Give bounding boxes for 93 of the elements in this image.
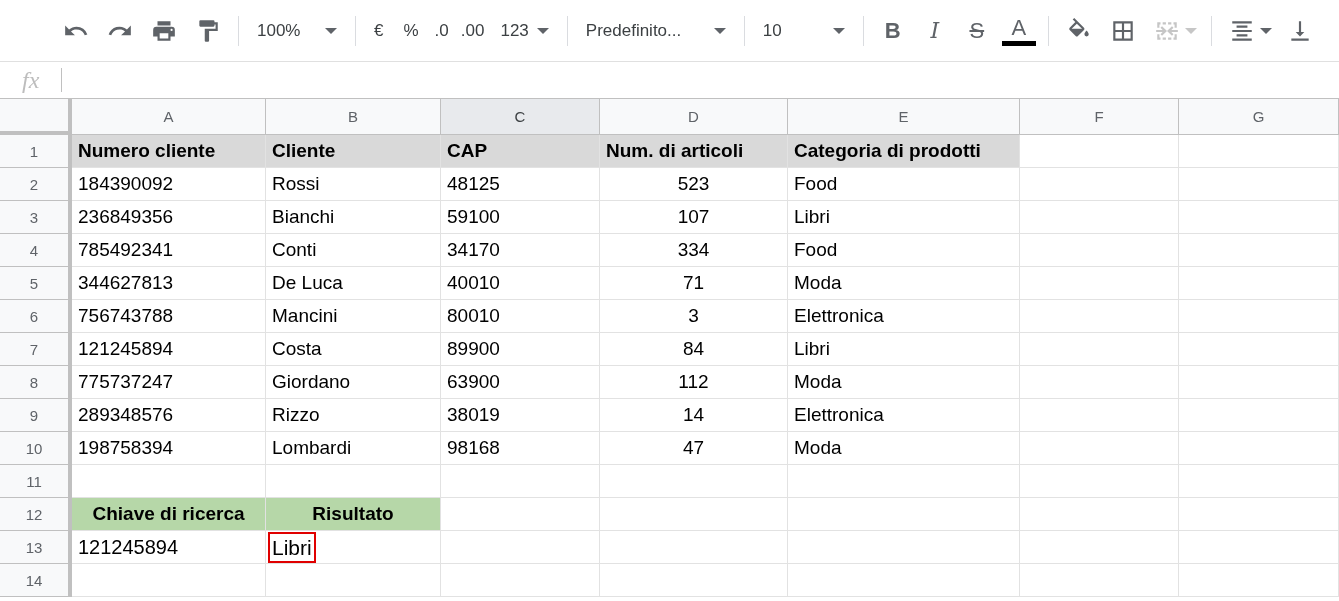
table-cell: Rossi	[266, 168, 441, 201]
table-cell: 107	[600, 201, 788, 234]
caret-icon	[832, 27, 845, 34]
table-cell: 3	[600, 300, 788, 333]
table-cell: 236849356	[72, 201, 266, 234]
table-cell: 47	[600, 432, 788, 465]
row-header[interactable]: 10	[0, 432, 72, 465]
table-cell: Conti	[266, 234, 441, 267]
font-size-dropdown[interactable]: 10	[752, 12, 855, 49]
column-header[interactable]: D	[600, 99, 788, 135]
row-header[interactable]: 13	[0, 531, 72, 564]
row-header[interactable]: 5	[0, 267, 72, 300]
table-cell: De Luca	[266, 267, 441, 300]
percent-button[interactable]: %	[393, 12, 429, 49]
table-cell: Categoria di prodotti	[788, 135, 1020, 168]
caret-icon	[325, 27, 337, 34]
table-cell: Cliente	[266, 135, 441, 168]
table-cell: 71	[600, 267, 788, 300]
row-header[interactable]: 12	[0, 498, 72, 531]
table-cell: 34170	[441, 234, 600, 267]
table-cell: 40010	[441, 267, 600, 300]
row-header[interactable]: 6	[0, 300, 72, 333]
table-cell: 775737247	[72, 366, 266, 399]
italic-button[interactable]: I	[913, 12, 956, 49]
row-header[interactable]: 2	[0, 168, 72, 201]
strikethrough-button[interactable]: S	[955, 12, 998, 49]
table-cell: Num. di articoli	[600, 135, 788, 168]
table-cell: Chiave di ricerca	[72, 498, 266, 531]
table-cell: Mancini	[266, 300, 441, 333]
result-cell[interactable]: Libri	[268, 532, 316, 563]
column-header[interactable]: E	[788, 99, 1020, 135]
column-header[interactable]: F	[1020, 99, 1179, 135]
table-cell: Moda	[788, 432, 1020, 465]
table-cell: Bianchi	[266, 201, 441, 234]
table-cell: Numero cliente	[72, 135, 266, 168]
table-cell: 121245894	[72, 333, 266, 366]
table-cell: Libri	[788, 201, 1020, 234]
table-cell: Food	[788, 234, 1020, 267]
increase-decimals-button[interactable]: .00	[454, 12, 491, 49]
table-cell: Food	[788, 168, 1020, 201]
table-cell: Libri	[788, 333, 1020, 366]
table-cell: Giordano	[266, 366, 441, 399]
table-cell: 184390092	[72, 168, 266, 201]
row-header[interactable]: 4	[0, 234, 72, 267]
table-cell: 38019	[441, 399, 600, 432]
table-cell: Elettronica	[788, 300, 1020, 333]
row-header[interactable]: 11	[0, 465, 72, 498]
table-cell: 344627813	[72, 267, 266, 300]
table-cell: Elettronica	[788, 399, 1020, 432]
zoom-dropdown[interactable]: 100%	[247, 12, 347, 49]
table-cell: 59100	[441, 201, 600, 234]
caret-icon	[536, 27, 549, 34]
column-header[interactable]: B	[266, 99, 441, 135]
table-cell: Moda	[788, 267, 1020, 300]
table-cell: Moda	[788, 366, 1020, 399]
table-cell: 14	[600, 399, 788, 432]
bold-button[interactable]: B	[871, 12, 914, 49]
formula-label: fx	[22, 66, 40, 94]
row-header[interactable]: 7	[0, 333, 72, 366]
table-cell: 334	[600, 234, 788, 267]
row-header[interactable]: 3	[0, 201, 72, 234]
table-cell: 121245894	[72, 531, 266, 564]
table-cell: Rizzo	[266, 399, 441, 432]
table-cell: 523	[600, 168, 788, 201]
table-cell: 84	[600, 333, 788, 366]
number-format-dropdown[interactable]: 123	[490, 12, 559, 49]
table-cell: 48125	[441, 168, 600, 201]
row-header[interactable]: 8	[0, 366, 72, 399]
column-header[interactable]: A	[72, 99, 266, 135]
font-dropdown[interactable]: Predefinito...	[575, 12, 736, 49]
table-cell: 289348576	[72, 399, 266, 432]
table-cell: 63900	[441, 366, 600, 399]
table-cell: 89900	[441, 333, 600, 366]
row-header[interactable]: 14	[0, 564, 72, 597]
table-cell: Costa	[266, 333, 441, 366]
caret-icon	[713, 27, 726, 34]
table-cell: Lombardi	[266, 432, 441, 465]
decrease-decimals-button[interactable]: .0	[428, 12, 455, 49]
row-header[interactable]: 9	[0, 399, 72, 432]
row-header[interactable]: 1	[0, 135, 72, 168]
table-cell: 98168	[441, 432, 600, 465]
table-cell: 198758394	[72, 432, 266, 465]
column-header[interactable]: C	[441, 99, 600, 135]
table-cell: 80010	[441, 300, 600, 333]
text-color-button[interactable]: A	[1001, 15, 1036, 46]
table-cell: CAP	[441, 135, 600, 168]
table-cell: 112	[600, 366, 788, 399]
column-header[interactable]: G	[1179, 99, 1339, 135]
caret-icon[interactable]	[1259, 27, 1272, 34]
table-cell: 785492341	[72, 234, 266, 267]
currency-button[interactable]: €	[364, 12, 394, 49]
table-cell: 756743788	[72, 300, 266, 333]
table-cell: Risultato	[266, 498, 441, 531]
